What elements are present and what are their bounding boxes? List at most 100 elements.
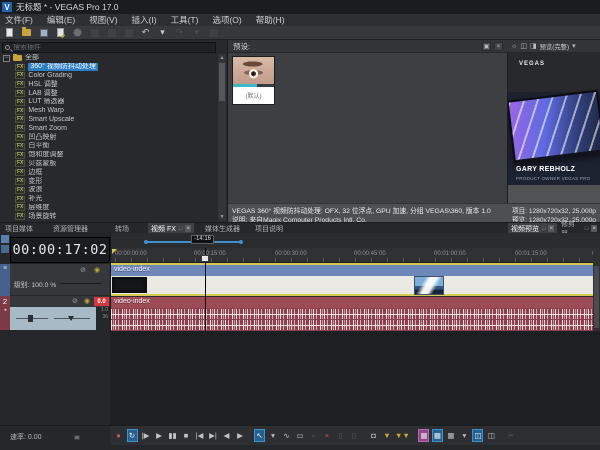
quality-dropdown-arrow-icon[interactable]: ▾ — [572, 42, 576, 50]
preview-settings-gear-icon[interactable]: ☼ — [511, 43, 517, 50]
project-properties-icon[interactable] — [55, 27, 66, 38]
record-icon[interactable]: ● — [113, 429, 124, 442]
pan-slider[interactable] — [54, 318, 90, 319]
video-track-header[interactable]: ⊘ ◉ 级别: 100.0 % — [10, 264, 110, 296]
plugin-item[interactable]: FX波浪 — [2, 186, 218, 195]
undo-dropdown-icon[interactable]: ▾ — [157, 27, 168, 38]
open-project-icon[interactable] — [21, 27, 32, 38]
plugin-item[interactable]: FXColor Grading — [2, 72, 218, 81]
previous-frame-icon[interactable]: ◀ — [221, 429, 232, 442]
quantize-dropdown-icon[interactable]: ▾ — [459, 429, 470, 442]
video-track-color-strip[interactable]: ≡ — [0, 264, 10, 296]
restore-window-icon[interactable]: □ — [542, 226, 545, 232]
lock-icon[interactable]: ◘ — [368, 429, 379, 442]
solo-icon[interactable]: ◉ — [94, 266, 100, 274]
preview-quality-dropdown[interactable]: 预览(完整) — [540, 42, 569, 51]
timecode-display[interactable]: 00:00:17:02 — [10, 237, 110, 263]
preset-thumbnail[interactable]: (默认) — [232, 56, 275, 105]
audio-track-color-strip[interactable]: 2 ◂ — [0, 296, 10, 330]
menu-file[interactable]: 文件(F) — [5, 14, 33, 26]
menu-insert[interactable]: 插入(I) — [132, 14, 157, 26]
ripple-edit-icon[interactable]: ◫ — [472, 429, 483, 442]
envelope-tool-icon[interactable]: ∿ — [281, 429, 292, 442]
playhead-handle[interactable] — [201, 255, 209, 262]
dock-window-icon[interactable] — [1, 235, 9, 243]
close-tab-icon[interactable]: × — [548, 225, 554, 232]
render-as-icon[interactable] — [72, 27, 83, 38]
volume-slider[interactable] — [16, 318, 48, 319]
stop-icon[interactable]: ■ — [181, 429, 192, 442]
timeline-empty-area[interactable] — [110, 331, 600, 425]
plugin-item[interactable]: FXMesh Warp — [2, 107, 218, 116]
snapping-icon[interactable]: ▦ — [432, 429, 443, 442]
plugin-item[interactable]: FXLAB 调整 — [2, 89, 218, 98]
plugin-scrollbar[interactable]: ▲ ▼ — [218, 54, 226, 221]
dock-window-icon[interactable] — [1, 245, 9, 253]
save-preset-icon[interactable]: ▣ — [482, 42, 491, 51]
scroll-down-icon[interactable]: ▼ — [218, 213, 226, 221]
plugin-item[interactable]: FX层维度 — [2, 204, 218, 213]
loop-playback-icon[interactable]: ↻ — [127, 429, 138, 442]
menu-tools[interactable]: 工具(T) — [171, 14, 199, 26]
menu-help[interactable]: 帮助(H) — [256, 14, 285, 26]
close-tab-icon[interactable]: × — [591, 225, 597, 232]
save-project-icon[interactable] — [38, 27, 49, 38]
search-input[interactable] — [13, 44, 193, 51]
undo-icon[interactable]: ↶ — [140, 27, 151, 38]
timeline-ruler[interactable]: 00:00:00:00 00:00:15:00 00:00:30:00 00:0… — [111, 248, 600, 263]
scrollbar-thumb[interactable] — [219, 63, 225, 101]
plugin-item[interactable]: FX白平衡 — [2, 142, 218, 151]
video-preview-display[interactable]: VEGAS GARY REBHOLZ PRODUCT OWNER VEGAS P… — [508, 53, 600, 203]
split-screen-icon[interactable]: ◨ — [530, 42, 537, 50]
solo-icon[interactable]: ◉ — [84, 297, 90, 305]
quantize-to-frames-icon[interactable]: ▦ — [445, 429, 456, 442]
auto-ripple-icon[interactable]: ◫ — [486, 429, 497, 442]
go-to-start-icon[interactable]: |◀ — [194, 429, 205, 442]
restore-window-icon[interactable]: □ — [585, 226, 588, 232]
delete-preset-icon[interactable]: × — [494, 42, 503, 51]
auto-crossfade-icon[interactable]: ▦ — [418, 429, 429, 442]
go-to-end-icon[interactable]: ▶| — [208, 429, 219, 442]
audio-event-header[interactable]: video-index — [111, 297, 600, 308]
scroll-up-icon[interactable]: ▲ — [218, 54, 226, 62]
edit-tool-icon[interactable]: ↖ — [254, 429, 265, 442]
audio-event[interactable]: video-index — [111, 297, 600, 331]
plugin-item[interactable]: FXHSL 调整 — [2, 80, 218, 89]
plugin-item[interactable]: FXSmart Zoom — [2, 124, 218, 133]
collapse-icon[interactable]: − — [3, 55, 10, 62]
menu-edit[interactable]: 编辑(E) — [47, 14, 75, 26]
scrollbar-thumb[interactable] — [594, 266, 599, 328]
play-from-start-icon[interactable]: |▶ — [140, 429, 151, 442]
plugin-search-box[interactable] — [2, 42, 216, 53]
rate-slider-handle[interactable] — [74, 435, 80, 440]
video-event[interactable]: video-index — [111, 263, 600, 296]
peak-meter-value[interactable]: 0.0 — [94, 297, 109, 306]
level-slider[interactable] — [60, 283, 102, 284]
external-monitor-icon[interactable]: ◫ — [520, 42, 527, 50]
plugin-item[interactable]: FX饱和度调整 — [2, 151, 218, 160]
audio-meter[interactable]: 1.0 36 — [96, 307, 110, 330]
plugin-item[interactable]: FX补光 — [2, 195, 218, 204]
play-icon[interactable]: ▶ — [154, 429, 165, 442]
mute-icon[interactable]: ⊘ — [80, 266, 86, 274]
plugin-item[interactable]: FX场景旋转 — [2, 212, 218, 221]
restore-window-icon[interactable]: □ — [179, 226, 182, 232]
insert-marker-icon[interactable]: ▼ — [382, 429, 393, 442]
plugin-item[interactable]: FX变形 — [2, 177, 218, 186]
delete-icon[interactable]: × — [322, 429, 333, 442]
mute-icon[interactable]: ⊘ — [72, 297, 78, 305]
selection-tool-icon[interactable]: ▭ — [295, 429, 306, 442]
next-frame-icon[interactable]: ▶ — [235, 429, 246, 442]
menu-view[interactable]: 视图(V) — [89, 14, 117, 26]
plugin-item[interactable]: FX360° 视频防抖动处理 — [2, 63, 218, 72]
plugin-root-node[interactable]: − 全部 — [2, 54, 218, 63]
audio-track-header[interactable]: ⊘ ◉ 0.0 1.0 36 — [10, 296, 110, 330]
tool-dropdown-icon[interactable]: ▾ — [268, 429, 279, 442]
close-tab-icon[interactable]: × — [185, 225, 191, 232]
menu-options[interactable]: 选项(O) — [212, 14, 241, 26]
plugin-item[interactable]: FX凹凸映射 — [2, 133, 218, 142]
tab-explorer[interactable]: 资源管理器 — [50, 223, 91, 234]
plugin-item[interactable]: FX边框 — [2, 168, 218, 177]
plugin-item[interactable]: FXSmart Upscale — [2, 116, 218, 125]
new-project-icon[interactable] — [4, 27, 15, 38]
